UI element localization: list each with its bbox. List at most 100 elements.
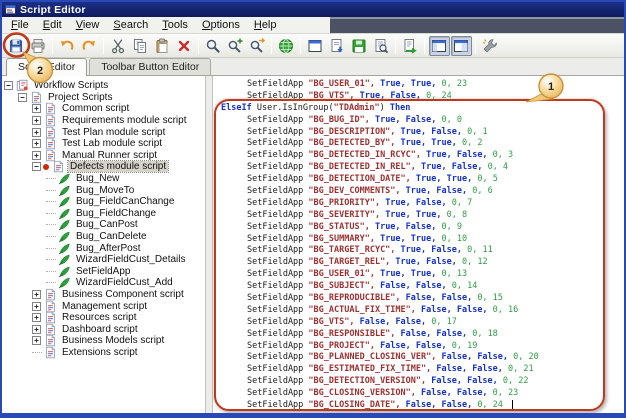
code-editor[interactable]: SetFieldApp "BG_USER_01", True, True, 0,…: [213, 76, 624, 413]
export-button[interactable]: [327, 36, 348, 56]
tree-item-defects-module-script[interactable]: Defects module script: [2, 161, 205, 173]
expand-toggle-icon[interactable]: [32, 302, 43, 311]
tab-toolbar-button-editor[interactable]: Toolbar Button Editor: [89, 58, 211, 75]
tree-item-bug-fieldcanchange[interactable]: Bug_FieldCanChange: [2, 196, 205, 208]
tree-item-bug-canpost[interactable]: Bug_CanPost: [2, 219, 205, 231]
tree-item-extensions-script[interactable]: Extensions script: [2, 347, 205, 359]
expand-toggle-icon[interactable]: [32, 151, 43, 160]
tree-connector: [46, 271, 56, 272]
code-token: SetFieldApp: [247, 364, 308, 374]
tree-item-test-plan-module-script[interactable]: Test Plan module script: [2, 126, 205, 138]
code-token: False,: [421, 388, 457, 398]
tree-item-bug-afterpost[interactable]: Bug_AfterPost: [2, 242, 205, 254]
toggle-tree-view-button[interactable]: [429, 36, 450, 56]
copy-button[interactable]: [130, 36, 151, 56]
tab-script-editor[interactable]: Script Editor: [6, 58, 87, 76]
paste-button[interactable]: [152, 36, 173, 56]
menu-item-edit[interactable]: Edit: [36, 18, 69, 32]
code-token: True,: [375, 222, 406, 232]
delete-button[interactable]: [174, 36, 195, 56]
code-token: 24: [442, 91, 452, 101]
tree-item-label: Bug_CanDelete: [74, 231, 149, 242]
expand-toggle-icon[interactable]: [32, 104, 43, 113]
window-button[interactable]: [305, 36, 326, 56]
expand-toggle-icon[interactable]: [32, 325, 43, 334]
splitter[interactable]: [205, 76, 213, 413]
expand-toggle-icon[interactable]: [32, 313, 43, 322]
tree-indent: [2, 190, 46, 191]
code-line: SetFieldApp "BG_BUG_ID", True, False, 0,…: [219, 115, 624, 127]
tree-item-wizardfieldcust-details[interactable]: WizardFieldCust_Details: [2, 254, 205, 266]
tab-bar: Script Editor Toolbar Button Editor: [2, 58, 624, 76]
expand-toggle-icon[interactable]: [32, 290, 43, 299]
collapse-toggle-icon[interactable]: [32, 162, 43, 171]
tree-item-management-script[interactable]: Management script: [2, 300, 205, 312]
undo-button[interactable]: [57, 36, 78, 56]
code-token: 23: [457, 79, 467, 89]
tree-item-bug-fieldchange[interactable]: Bug_FieldChange: [2, 208, 205, 220]
menu-item-view[interactable]: View: [69, 18, 107, 32]
code-token: False,: [380, 341, 416, 351]
code-token: "BG_REPRODUCIBLE",: [308, 293, 405, 303]
expand-toggle-icon[interactable]: [32, 128, 43, 137]
code-line: SetFieldApp "BG_RESPONSIBLE", False, Fal…: [219, 329, 624, 341]
find-next-button[interactable]: [225, 36, 246, 56]
code-token: 0,: [472, 186, 487, 196]
tree-item-bug-candelete[interactable]: Bug_CanDelete: [2, 231, 205, 243]
code-token: 8: [462, 210, 467, 220]
customize-button[interactable]: [480, 36, 501, 56]
code-token: 22: [518, 376, 528, 386]
tree-item-label: WizardFieldCust_Details: [74, 254, 187, 265]
menu-item-options[interactable]: Options: [195, 18, 247, 32]
code-token: 0,: [493, 305, 508, 315]
code-token: SetFieldApp: [247, 79, 308, 89]
code-token: 2: [477, 138, 482, 148]
tree-item-resources-script[interactable]: Resources script: [2, 312, 205, 324]
cut-button[interactable]: [108, 36, 129, 56]
tree-item-setfieldapp[interactable]: SetFieldApp: [2, 266, 205, 278]
code-line: ElseIf User.IsInGroup("TDAdmin") Then: [219, 103, 624, 115]
toggle-properties-button[interactable]: [451, 36, 472, 56]
syntax-check-button[interactable]: [276, 36, 297, 56]
tree-item-dashboard-script[interactable]: Dashboard script: [2, 323, 205, 335]
run-button[interactable]: [400, 36, 421, 56]
print-button[interactable]: [28, 36, 49, 56]
tree-item-manual-runner-script[interactable]: Manual Runner script: [2, 150, 205, 162]
collapse-toggle-icon[interactable]: [18, 93, 29, 102]
code-token: ): [380, 103, 390, 113]
tree-item-business-component-script[interactable]: Business Component script: [2, 289, 205, 301]
menu-bar-dark-strip: [330, 17, 624, 33]
collapse-toggle-icon[interactable]: [4, 81, 15, 90]
menu-item-help[interactable]: Help: [247, 18, 284, 32]
code-token: False,: [426, 257, 462, 267]
tree-item-workflow-scripts[interactable]: Workflow Scripts: [2, 80, 205, 92]
tree-item-bug-new[interactable]: Bug_New: [2, 173, 205, 185]
menu-item-tools[interactable]: Tools: [155, 18, 195, 32]
save-all-button[interactable]: [349, 36, 370, 56]
tree-connector: [46, 282, 56, 283]
expand-toggle-icon[interactable]: [32, 336, 43, 345]
tree-item-common-script[interactable]: Common script: [2, 103, 205, 115]
tree-item-bug-moveto[interactable]: Bug_MoveTo: [2, 184, 205, 196]
expand-toggle-icon[interactable]: [32, 139, 43, 148]
code-token: 0,: [442, 234, 457, 244]
find-in-selection-button[interactable]: [247, 36, 268, 56]
menu-item-search[interactable]: Search: [106, 18, 155, 32]
code-token: 17: [447, 317, 457, 327]
code-line: SetFieldApp "BG_PLANNED_CLOSING_VER", Fa…: [219, 352, 624, 364]
expand-toggle-icon[interactable]: [32, 116, 43, 125]
tree-item-requirements-module-script[interactable]: Requirements module script: [2, 115, 205, 127]
tree-item-test-lab-module-script[interactable]: Test Lab module script: [2, 138, 205, 150]
tree-item-project-scripts[interactable]: Project Scripts: [2, 92, 205, 104]
code-token: True,: [411, 269, 442, 279]
redo-button[interactable]: [79, 36, 100, 56]
code-token: SetFieldApp: [247, 269, 308, 279]
syntax-check-icon: [278, 38, 294, 54]
menu-item-file[interactable]: File: [4, 18, 36, 32]
code-token: False,: [416, 281, 452, 291]
preview-button[interactable]: [371, 36, 392, 56]
save-button[interactable]: [6, 36, 27, 56]
find-button[interactable]: [203, 36, 224, 56]
tree-item-business-models-script[interactable]: Business Models script: [2, 335, 205, 347]
tree-item-wizardfieldcust-add[interactable]: WizardFieldCust_Add: [2, 277, 205, 289]
